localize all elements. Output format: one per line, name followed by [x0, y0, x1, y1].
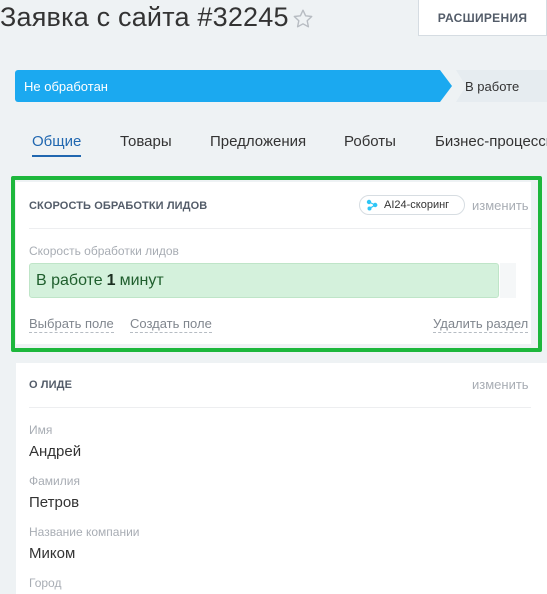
tab-general[interactable]: Общие — [32, 133, 81, 150]
tab-robots[interactable]: Роботы — [344, 133, 396, 150]
company-name-value: Миком — [29, 545, 76, 562]
speed-value-suffix: минут — [119, 271, 164, 289]
tab-bar: Общие Товары Предложения Роботы Бизнес-п… — [32, 133, 547, 157]
speed-divider — [29, 228, 531, 229]
speed-field-tail — [500, 263, 516, 298]
lead-divider — [29, 407, 531, 408]
stage-current[interactable]: Не обработан — [15, 70, 440, 102]
star-icon[interactable] — [291, 7, 315, 31]
tab-active-underline — [32, 155, 81, 157]
stage-bar: Не обработан В работе — [15, 70, 547, 102]
last-name-value: Петров — [29, 494, 80, 511]
select-field-link[interactable]: Выбрать поле — [29, 316, 114, 333]
first-name-label: Имя — [29, 423, 53, 437]
speed-value-field: В работе 1 минут — [29, 263, 499, 298]
lead-section-card — [16, 363, 547, 594]
ai-scoring-badge[interactable]: AI24-скоринг — [359, 195, 465, 215]
lead-edit-link[interactable]: изменить — [472, 377, 529, 392]
ai-network-icon — [366, 199, 378, 211]
extensions-button[interactable]: РАСШИРЕНИЯ — [418, 0, 547, 36]
stage-next[interactable]: В работе — [456, 70, 547, 102]
page-title: Заявка с сайта #32245 — [0, 2, 289, 32]
create-field-link[interactable]: Создать поле — [130, 316, 212, 333]
delete-section-link[interactable]: Удалить раздел — [433, 316, 529, 333]
tab-products[interactable]: Товары — [120, 133, 172, 150]
tab-business-processes[interactable]: Бизнес-процессы — [435, 133, 547, 150]
stage-current-arrow — [440, 70, 452, 102]
speed-value-prefix: В работе — [36, 271, 103, 289]
ai-scoring-label: AI24-скоринг — [384, 199, 450, 211]
speed-edit-link[interactable]: изменить — [472, 198, 529, 213]
city-label: Город — [29, 576, 62, 590]
speed-section-title: СКОРОСТЬ ОБРАБОТКИ ЛИДОВ — [29, 200, 208, 212]
stage-next-notch — [456, 70, 466, 102]
last-name-label: Фамилия — [29, 474, 80, 488]
first-name-value: Андрей — [29, 443, 82, 460]
lead-section-title: О ЛИДЕ — [29, 379, 73, 391]
speed-value-number: 1 — [106, 271, 116, 289]
speed-field-label: Скорость обработки лидов — [29, 244, 179, 258]
tab-offers[interactable]: Предложения — [210, 133, 306, 150]
company-name-label: Название компании — [29, 525, 140, 539]
